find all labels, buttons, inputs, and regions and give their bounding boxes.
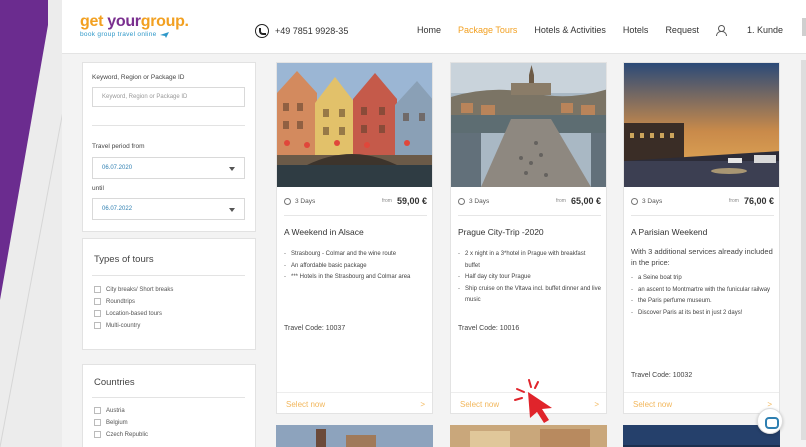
scrollbar[interactable]	[801, 60, 806, 440]
nav-home[interactable]: Home	[417, 25, 441, 35]
nav-request[interactable]: Request	[665, 25, 699, 35]
user-icon	[715, 25, 727, 36]
tour-title: Prague City-Trip -2020	[458, 227, 544, 237]
tour-price: 76,00 €	[743, 196, 774, 206]
types-title: Types of tours	[94, 254, 154, 265]
checkbox-belgium[interactable]: Belgium	[94, 419, 128, 426]
phone-icon	[255, 24, 269, 38]
tour-card-alsace[interactable]: 3 Days from 59,00 € A Weekend in Alsace …	[276, 62, 433, 414]
countries-title: Countries	[94, 377, 135, 388]
tour-price: 59,00 €	[396, 196, 427, 206]
divider	[92, 397, 245, 398]
clock-icon	[458, 197, 465, 205]
tour-intro: With 3 additional services already inclu…	[631, 247, 773, 267]
chevron-right-icon: >	[594, 400, 599, 409]
tour-meta: 3 Days from 76,00 €	[631, 196, 774, 206]
checkbox-czech-republic[interactable]: Czech Republic	[94, 431, 148, 438]
header-edge-bar	[802, 18, 806, 36]
site-header: get yourgroup. book group travel online …	[62, 0, 806, 54]
travel-code: Travel Code: 10037	[284, 325, 346, 332]
period-until-value: 06.07.2022	[102, 206, 133, 212]
clock-icon	[631, 197, 638, 205]
nav-hotels-activities[interactable]: Hotels & Activities	[534, 25, 606, 35]
tour-title: A Weekend in Alsace	[284, 227, 364, 237]
tour-card-paris[interactable]: 3 Days from 76,00 € A Parisian Weekend W…	[623, 62, 780, 414]
travel-code: Travel Code: 10032	[631, 372, 693, 379]
period-until-select[interactable]: 06.07.2022	[92, 198, 245, 220]
tour-card-prague[interactable]: 3 Days from 65,00 € Prague City-Trip -20…	[450, 62, 607, 414]
site-logo[interactable]: get yourgroup. book group travel online	[80, 14, 189, 39]
tour-feature: Ship cruise on the Vltava incl. buffet d…	[458, 284, 601, 307]
checkbox-location-based[interactable]: Location-based tours	[94, 310, 162, 317]
checkbox-city-breaks[interactable]: City breaks/ Short breaks	[94, 286, 173, 293]
main-nav: Home Package Tours Hotels & Activities H…	[417, 25, 806, 36]
types-of-tours-box: Types of tours City breaks/ Short breaks…	[82, 238, 256, 350]
select-now-button[interactable]: Select now >	[624, 392, 779, 413]
tour-description: Strasbourg - Colmar and the wine route A…	[284, 249, 427, 284]
plane-icon	[159, 31, 169, 38]
checkbox-multi-country[interactable]: Multi-country	[94, 322, 140, 329]
chevron-down-icon	[229, 167, 235, 171]
select-now-button[interactable]: Select now >	[277, 392, 432, 413]
screenshot-stage: get yourgroup. book group travel online …	[0, 0, 806, 447]
tour-feature: a Seine boat trip	[631, 273, 774, 285]
tour-image-next-1[interactable]	[276, 425, 433, 447]
tour-feature: Discover Paris at its best in just 2 day…	[631, 308, 774, 320]
tour-feature: an ascent to Montmartre with the funicul…	[631, 285, 774, 297]
period-from-label: Travel period from	[92, 143, 145, 150]
tour-image-prague	[451, 63, 606, 187]
nav-package-tours[interactable]: Package Tours	[458, 25, 517, 35]
tour-title: A Parisian Weekend	[631, 227, 708, 237]
period-from-select[interactable]: 06.07.2020	[92, 157, 245, 179]
chat-icon[interactable]	[757, 408, 783, 434]
tour-feature: Strasbourg - Colmar and the wine route	[284, 249, 427, 261]
user-name: 1. Kunde	[746, 25, 783, 35]
tour-feature: An affordable basic package	[284, 261, 427, 273]
tour-feature: 2 x night in a 3*hotel in Prague with br…	[458, 249, 601, 272]
phone-number: +49 7851 9928-35	[275, 26, 349, 36]
click-pointer-icon	[514, 379, 552, 423]
tour-image-next-3[interactable]	[623, 425, 780, 447]
divider	[458, 215, 601, 216]
nav-hotels[interactable]: Hotels	[623, 25, 649, 35]
divider	[284, 215, 427, 216]
travel-code: Travel Code: 10016	[458, 325, 520, 332]
phone-contact[interactable]: +49 7851 9928-35	[255, 24, 348, 38]
clock-icon	[284, 197, 291, 205]
chevron-right-icon: >	[767, 400, 772, 409]
user-account-link[interactable]: 1. Kunde	[715, 25, 800, 36]
tour-feature: *** Hotels in the Strasbourg and Colmar …	[284, 272, 427, 284]
until-label: until	[92, 185, 104, 192]
tour-meta: 3 Days from 65,00 €	[458, 196, 601, 206]
tour-feature: the Paris perfume museum.	[631, 296, 774, 308]
divider	[92, 275, 245, 276]
checkbox-roundtrips[interactable]: Roundtrips	[94, 298, 135, 305]
website-viewport: get yourgroup. book group travel online …	[62, 0, 806, 447]
tour-price: 65,00 €	[570, 196, 601, 206]
tour-meta: 3 Days from 59,00 €	[284, 196, 427, 206]
decorative-purple-band	[0, 0, 70, 447]
chevron-down-icon	[229, 208, 235, 212]
keyword-input[interactable]: Keyword, Region or Package ID	[92, 87, 245, 107]
tour-feature: Half day city tour Prague	[458, 272, 601, 284]
tour-image-paris	[624, 63, 779, 187]
tour-description: With 3 additional services already inclu…	[631, 246, 774, 319]
countries-box: Countries Austria Belgium Czech Republic	[82, 364, 256, 447]
keyword-label: Keyword, Region or Package ID	[92, 74, 185, 81]
divider	[92, 125, 245, 126]
tour-image-next-2[interactable]	[450, 425, 607, 447]
period-from-value: 06.07.2020	[102, 165, 133, 171]
logo-tagline: book group travel online	[80, 31, 157, 38]
tour-description: 2 x night in a 3*hotel in Prague with br…	[458, 249, 601, 307]
divider	[631, 215, 774, 216]
search-filter-box: Keyword, Region or Package ID Keyword, R…	[82, 62, 256, 232]
checkbox-austria[interactable]: Austria	[94, 407, 125, 414]
chevron-right-icon: >	[420, 400, 425, 409]
tour-image-alsace	[277, 63, 432, 187]
